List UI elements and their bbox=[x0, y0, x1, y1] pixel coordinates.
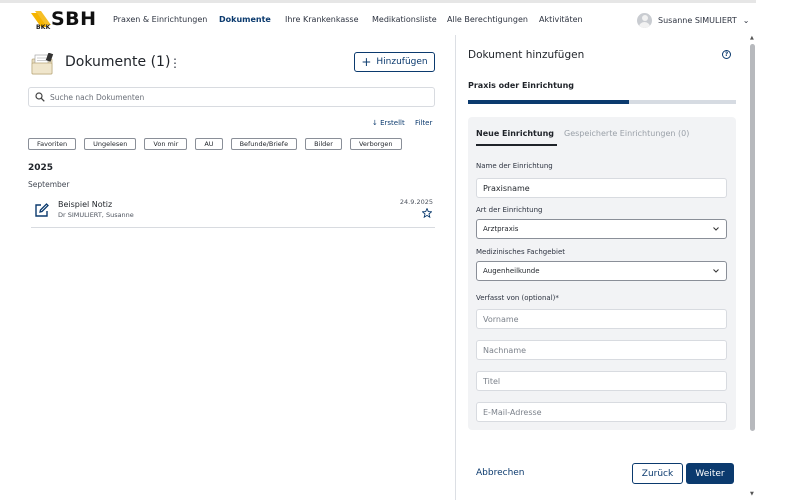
chip-befunde-briefe[interactable]: Befunde/Briefe bbox=[230, 138, 298, 150]
add-document-button[interactable]: + Hinzufügen bbox=[354, 52, 435, 72]
list-item[interactable]: Beispiel Notiz Dr SIMULIERT, Susanne 24.… bbox=[31, 198, 435, 228]
user-name: Susanne SIMULIERT bbox=[658, 15, 737, 25]
sort-label: Erstellt bbox=[380, 119, 405, 127]
filter-button[interactable]: Filter bbox=[415, 119, 432, 127]
arrow-down-icon: ↓ bbox=[372, 119, 378, 127]
institution-type-select[interactable]: Arztpraxis bbox=[476, 219, 727, 239]
chevron-down-icon bbox=[713, 227, 719, 231]
title-field[interactable]: Titel bbox=[476, 371, 727, 391]
filter-chips: Favoriten Ungelesen Von mir AU Befunde/B… bbox=[28, 138, 410, 150]
chip-au[interactable]: AU bbox=[195, 138, 223, 150]
sort-button[interactable]: ↓ Erstellt bbox=[372, 119, 405, 127]
plus-icon: + bbox=[361, 55, 372, 69]
specialty-value: Augenheilkunde bbox=[483, 267, 540, 275]
tab-gespeicherte-einrichtungen[interactable]: Gespeicherte Einrichtungen (0) bbox=[564, 129, 689, 138]
nav-medikationsliste[interactable]: Medikationsliste bbox=[372, 15, 437, 24]
documents-folder-icon bbox=[31, 53, 54, 75]
logo-sbh-text: SBH bbox=[51, 8, 97, 30]
nav-berechtigungen[interactable]: Alle Berechtigungen bbox=[447, 15, 528, 24]
lastname-field[interactable]: Nachname bbox=[476, 340, 727, 360]
back-button[interactable]: Zurück bbox=[632, 463, 683, 484]
nav-praxen[interactable]: Praxen & Einrichtungen bbox=[113, 15, 207, 24]
edit-note-icon bbox=[35, 203, 49, 217]
document-name: Beispiel Notiz bbox=[58, 200, 113, 209]
help-icon[interactable]: ? bbox=[722, 50, 731, 59]
more-options-icon[interactable]: ⋮ bbox=[169, 55, 181, 71]
chip-favoriten[interactable]: Favoriten bbox=[28, 138, 77, 150]
panel-title: Dokument hinzufügen bbox=[468, 49, 585, 61]
month-heading: September bbox=[28, 180, 70, 189]
cancel-button[interactable]: Abbrechen bbox=[476, 468, 525, 478]
top-navigation: BKK SBH Praxen & Einrichtungen Dokumente… bbox=[0, 0, 756, 35]
active-tab-indicator bbox=[476, 144, 557, 146]
type-label: Art der Einrichtung bbox=[476, 206, 543, 214]
year-heading: 2025 bbox=[28, 163, 54, 173]
page-title: Dokumente (1) bbox=[65, 54, 171, 70]
institution-name-field[interactable]: Praxisname bbox=[476, 178, 727, 198]
institution-form-card: Neue Einrichtung Gespeicherte Einrichtun… bbox=[468, 117, 736, 430]
institution-type-value: Arztpraxis bbox=[483, 225, 519, 233]
search-icon bbox=[35, 92, 45, 102]
step-title: Praxis oder Einrichtung bbox=[468, 81, 575, 90]
add-document-panel: Dokument hinzufügen ? Praxis oder Einric… bbox=[456, 35, 750, 500]
chip-bilder[interactable]: Bilder bbox=[305, 138, 342, 150]
scroll-up-icon[interactable]: ▲ bbox=[750, 35, 754, 41]
user-menu[interactable]: Susanne SIMULIERT ⌄ bbox=[637, 11, 749, 29]
panel-scrollbar[interactable]: ▲ ▼ bbox=[749, 35, 756, 497]
firstname-field[interactable]: Vorname bbox=[476, 309, 727, 329]
document-date: 24.9.2025 bbox=[399, 198, 433, 206]
avatar bbox=[637, 12, 652, 28]
bkk-sbh-logo[interactable]: BKK SBH bbox=[31, 8, 99, 33]
tab-neue-einrichtung[interactable]: Neue Einrichtung bbox=[476, 129, 554, 138]
specialty-label: Medizinisches Fachgebiet bbox=[476, 248, 565, 256]
scroll-down-icon[interactable]: ▼ bbox=[750, 491, 754, 497]
scrollbar-thumb[interactable] bbox=[750, 44, 755, 431]
add-document-label: Hinzufügen bbox=[376, 57, 428, 67]
nav-aktivitaeten[interactable]: Aktivitäten bbox=[539, 15, 583, 24]
chip-ungelesen[interactable]: Ungelesen bbox=[84, 138, 137, 150]
logo-bkk-text: BKK bbox=[36, 24, 51, 31]
chip-verborgen[interactable]: Verborgen bbox=[349, 138, 402, 150]
chevron-down-icon bbox=[713, 269, 719, 273]
search-input[interactable] bbox=[50, 92, 420, 102]
email-field[interactable]: E-Mail-Adresse bbox=[476, 402, 727, 422]
nav-dokumente[interactable]: Dokumente bbox=[219, 15, 271, 24]
search-box[interactable] bbox=[28, 87, 435, 107]
chevron-down-icon: ⌄ bbox=[742, 15, 750, 25]
next-button[interactable]: Weiter bbox=[686, 463, 734, 484]
document-author: Dr SIMULIERT, Susanne bbox=[58, 211, 134, 219]
nav-krankenkasse[interactable]: Ihre Krankenkasse bbox=[285, 15, 359, 24]
progress-bar bbox=[468, 100, 736, 104]
progress-fill bbox=[468, 100, 629, 104]
specialty-select[interactable]: Augenheilkunde bbox=[476, 261, 727, 281]
name-label: Name der Einrichtung bbox=[476, 162, 553, 170]
favorite-star-icon[interactable] bbox=[422, 208, 432, 218]
chip-von-mir[interactable]: Von mir bbox=[144, 138, 188, 150]
documents-pane: Dokumente (1) ⋮ + Hinzufügen ↓ Erstellt … bbox=[17, 35, 455, 500]
author-label: Verfasst von (optional)* bbox=[476, 294, 559, 302]
